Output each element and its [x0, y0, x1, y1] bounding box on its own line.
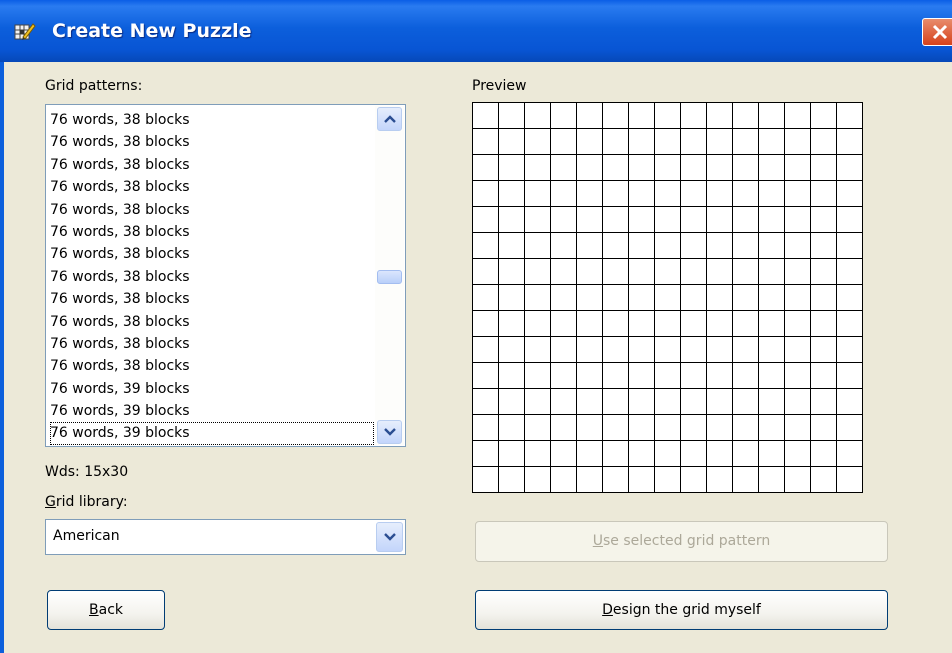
scroll-thumb[interactable] — [377, 270, 402, 284]
design-accel: D — [602, 602, 613, 618]
scroll-down-button[interactable] — [377, 420, 402, 444]
close-button[interactable] — [922, 18, 952, 46]
use-pattern-label: se selected grid pattern — [603, 533, 771, 549]
list-item[interactable]: 76 words, 38 blocks — [50, 288, 374, 310]
close-icon — [932, 24, 948, 40]
grid-library-value: American — [53, 528, 120, 544]
list-item[interactable]: 76 words, 38 blocks — [50, 131, 374, 153]
title-bar[interactable]: Create New Puzzle — [0, 0, 952, 62]
window-frame — [0, 62, 4, 653]
grid-library-dropdown-button[interactable] — [376, 522, 403, 552]
list-item[interactable]: 76 words, 39 blocks — [50, 400, 374, 422]
list-item[interactable]: 76 words, 38 blocks — [50, 109, 374, 131]
design-grid-myself-button[interactable]: Design the grid myself — [475, 590, 888, 630]
use-pattern-accel: U — [592, 533, 604, 549]
grid-library-select[interactable]: American — [45, 519, 406, 555]
chevron-down-icon — [384, 428, 396, 436]
list-item[interactable]: 76 words, 38 blocks — [50, 243, 374, 265]
list-item[interactable]: 76 words, 38 blocks — [50, 355, 374, 377]
listbox-scrollbar[interactable] — [375, 106, 404, 445]
list-item[interactable]: 76 words, 38 blocks — [50, 333, 374, 355]
back-label: ack — [98, 602, 123, 618]
grid-patterns-listbox[interactable]: 76 words, 38 blocks 76 words, 38 blocks 76… — [45, 104, 406, 447]
design-label: esign the grid myself — [612, 602, 761, 618]
list-item[interactable]: 76 words, 38 blocks — [50, 266, 374, 288]
scroll-up-button[interactable] — [377, 107, 402, 131]
preview-label: Preview — [472, 78, 527, 94]
preview-grid — [472, 102, 863, 493]
window-title: Create New Puzzle — [52, 20, 252, 42]
list-item[interactable]: 76 words, 38 blocks — [50, 221, 374, 243]
list-item[interactable]: 76 words, 39 blocks — [50, 422, 374, 445]
word-count-status: Wds: 15x30 — [45, 464, 129, 480]
grid-library-accel: G — [45, 494, 56, 510]
chevron-up-icon — [384, 115, 396, 123]
chevron-down-icon — [384, 533, 396, 541]
use-selected-pattern-button[interactable]: Use selected grid pattern — [475, 521, 888, 562]
list-item[interactable]: 76 words, 38 blocks — [50, 199, 374, 221]
list-item[interactable]: 76 words, 38 blocks — [50, 311, 374, 333]
grid-patterns-label: Grid patterns: — [45, 78, 143, 94]
pencil-grid-icon — [14, 22, 36, 42]
list-item[interactable]: 76 words, 38 blocks — [50, 176, 374, 198]
back-accel: B — [89, 602, 99, 618]
grid-library-label: Grid library: — [45, 494, 128, 510]
list-item[interactable]: 76 words, 38 blocks — [50, 154, 374, 176]
list-item[interactable]: 76 words, 39 blocks — [50, 378, 374, 400]
back-button[interactable]: Back — [47, 590, 165, 630]
grid-library-label-text: rid library: — [55, 494, 128, 510]
